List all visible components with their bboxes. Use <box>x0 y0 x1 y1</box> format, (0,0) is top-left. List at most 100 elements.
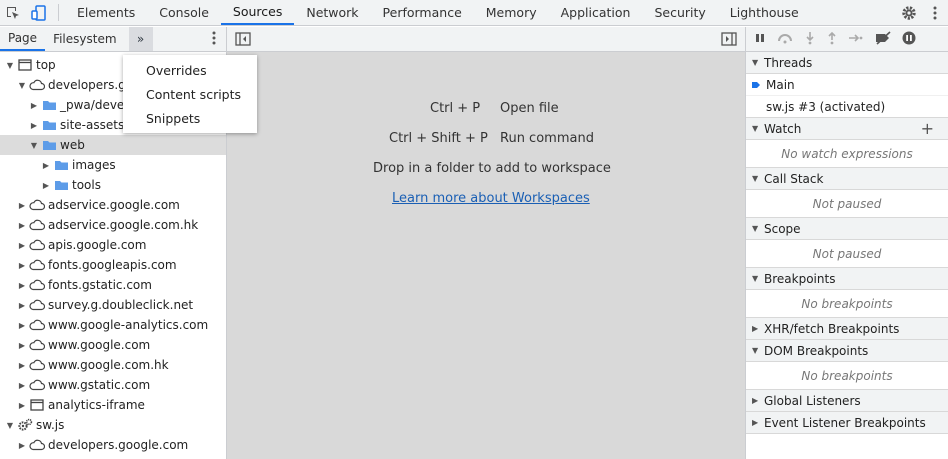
collapsed-arrow-icon: ▶ <box>752 396 759 405</box>
step-over-icon[interactable] <box>776 32 794 47</box>
frame-icon <box>29 398 45 412</box>
devtools-tabbar: Elements Console Sources Network Perform… <box>0 0 948 26</box>
more-options-icon[interactable] <box>922 6 948 20</box>
tab-security[interactable]: Security <box>642 0 717 25</box>
tab-elements[interactable]: Elements <box>65 0 147 25</box>
breakpoints-section-header[interactable]: ▼ Breakpoints <box>746 268 948 290</box>
tree-node-domain[interactable]: ▶ www.gstatic.com <box>0 375 226 395</box>
tree-label: survey.g.doubleclick.net <box>48 298 194 312</box>
expanded-arrow-icon[interactable]: ▼ <box>16 81 28 90</box>
section-title: XHR/fetch Breakpoints <box>764 321 900 336</box>
collapsed-arrow-icon[interactable]: ▶ <box>16 281 28 290</box>
step-out-icon[interactable] <box>826 31 838 48</box>
tree-node-domain[interactable]: ▶ apis.google.com <box>0 235 226 255</box>
collapsed-arrow-icon[interactable]: ▶ <box>16 201 28 210</box>
tab-lighthouse[interactable]: Lighthouse <box>718 0 811 25</box>
tree-label: adservice.google.com.hk <box>48 218 199 232</box>
collapsed-arrow-icon[interactable]: ▶ <box>40 181 52 190</box>
collapsed-arrow-icon[interactable]: ▶ <box>28 121 40 130</box>
collapsed-arrow-icon: ▶ <box>752 324 759 333</box>
collapsed-arrow-icon[interactable]: ▶ <box>16 441 28 450</box>
thread-sw[interactable]: sw.js #3 (activated) <box>746 96 948 118</box>
collapsed-arrow-icon[interactable]: ▶ <box>16 301 28 310</box>
thread-main[interactable]: Main <box>746 74 948 96</box>
step-icon[interactable] <box>848 32 864 47</box>
tree-node-domain[interactable]: ▶ www.google.com.hk <box>0 355 226 375</box>
inspect-element-icon[interactable] <box>0 0 26 25</box>
pause-on-exceptions-icon[interactable] <box>902 31 916 48</box>
threads-section-header[interactable]: ▼ Threads <box>746 52 948 74</box>
tree-node-folder[interactable]: ▶ images <box>0 155 226 175</box>
shortcut-action-open-file: Open file <box>500 101 559 116</box>
tab-filesystem[interactable]: Filesystem <box>45 27 124 51</box>
dom-breakpoints-section-header[interactable]: ▼ DOM Breakpoints <box>746 340 948 362</box>
add-watch-icon[interactable]: + <box>921 119 934 138</box>
collapsed-arrow-icon[interactable]: ▶ <box>16 321 28 330</box>
tree-label: adservice.google.com <box>48 198 180 212</box>
pause-icon[interactable] <box>754 32 766 47</box>
tab-network[interactable]: Network <box>294 0 370 25</box>
event-listener-breakpoints-section-header[interactable]: ▶ Event Listener Breakpoints <box>746 412 948 434</box>
section-title: Global Listeners <box>764 393 861 408</box>
expanded-arrow-icon[interactable]: ▼ <box>28 141 40 150</box>
tab-application[interactable]: Application <box>549 0 643 25</box>
tree-node-folder-selected[interactable]: ▼ web <box>0 135 226 155</box>
tree-node-folder[interactable]: ▶ tools <box>0 175 226 195</box>
collapsed-arrow-icon[interactable]: ▶ <box>16 241 28 250</box>
global-listeners-section-header[interactable]: ▶ Global Listeners <box>746 390 948 412</box>
collapsed-arrow-icon[interactable]: ▶ <box>16 341 28 350</box>
menu-item-snippets[interactable]: Snippets <box>123 106 257 130</box>
tree-node-domain[interactable]: ▶ fonts.gstatic.com <box>0 275 226 295</box>
tree-node-domain[interactable]: ▶ www.google.com <box>0 335 226 355</box>
menu-item-content-scripts[interactable]: Content scripts <box>123 82 257 106</box>
tab-page[interactable]: Page <box>0 27 46 51</box>
toggle-debugger-icon[interactable] <box>721 32 737 49</box>
section-title: DOM Breakpoints <box>764 343 869 358</box>
deactivate-breakpoints-icon[interactable] <box>874 30 892 48</box>
tree-node-domain[interactable]: ▶ fonts.googleapis.com <box>0 255 226 275</box>
tree-node-domain[interactable]: ▶ adservice.google.com <box>0 195 226 215</box>
tree-node-domain[interactable]: ▶ www.google-analytics.com <box>0 315 226 335</box>
toolbar-divider <box>58 4 59 21</box>
more-tabs-button[interactable]: » <box>128 27 153 51</box>
tab-performance[interactable]: Performance <box>371 0 474 25</box>
collapsed-arrow-icon[interactable]: ▶ <box>40 161 52 170</box>
tree-node-domain[interactable]: ▶ developers.google.com <box>0 435 226 455</box>
menu-item-overrides[interactable]: Overrides <box>123 58 257 82</box>
collapsed-arrow-icon[interactable]: ▶ <box>16 381 28 390</box>
folder-icon <box>41 98 57 112</box>
xhr-breakpoints-section-header[interactable]: ▶ XHR/fetch Breakpoints <box>746 318 948 340</box>
thread-label: Main <box>766 77 795 92</box>
tab-console[interactable]: Console <box>147 0 221 25</box>
tree-node-domain[interactable]: ▶ adservice.google.com.hk <box>0 215 226 235</box>
gear-icon[interactable] <box>896 5 922 21</box>
cloud-icon <box>29 198 45 212</box>
expanded-arrow-icon[interactable]: ▼ <box>4 61 16 70</box>
tree-node-service-worker[interactable]: ▼ sw.js <box>0 415 226 435</box>
tab-sources[interactable]: Sources <box>220 0 295 25</box>
folder-icon <box>53 178 69 192</box>
tree-label: fonts.googleapis.com <box>48 258 177 272</box>
collapsed-arrow-icon[interactable]: ▶ <box>28 101 40 110</box>
collapsed-arrow-icon[interactable]: ▶ <box>16 401 28 410</box>
tree-node-domain[interactable]: ▶ survey.g.doubleclick.net <box>0 295 226 315</box>
toggle-navigator-icon[interactable] <box>235 32 251 49</box>
debugger-toolbar <box>746 27 948 52</box>
tree-label: _pwa/devel <box>60 98 128 112</box>
watch-section-header[interactable]: ▼ Watch + <box>746 118 948 140</box>
step-into-icon[interactable] <box>804 31 816 48</box>
collapsed-arrow-icon[interactable]: ▶ <box>16 261 28 270</box>
callstack-section-header[interactable]: ▼ Call Stack <box>746 168 948 190</box>
device-toolbar-icon[interactable] <box>26 0 52 25</box>
shortcut-keys-open-file: Ctrl + P <box>430 101 481 116</box>
expanded-arrow-icon[interactable]: ▼ <box>4 421 16 430</box>
collapsed-arrow-icon[interactable]: ▶ <box>16 221 28 230</box>
section-title: Watch <box>764 121 802 136</box>
breakpoints-empty: No breakpoints <box>746 290 948 318</box>
tree-node-iframe[interactable]: ▶ analytics-iframe <box>0 395 226 415</box>
scope-section-header[interactable]: ▼ Scope <box>746 218 948 240</box>
navigator-menu-icon[interactable] <box>212 31 216 48</box>
tab-memory[interactable]: Memory <box>474 0 549 25</box>
learn-workspaces-link[interactable]: Learn more about Workspaces <box>392 191 590 206</box>
collapsed-arrow-icon[interactable]: ▶ <box>16 361 28 370</box>
